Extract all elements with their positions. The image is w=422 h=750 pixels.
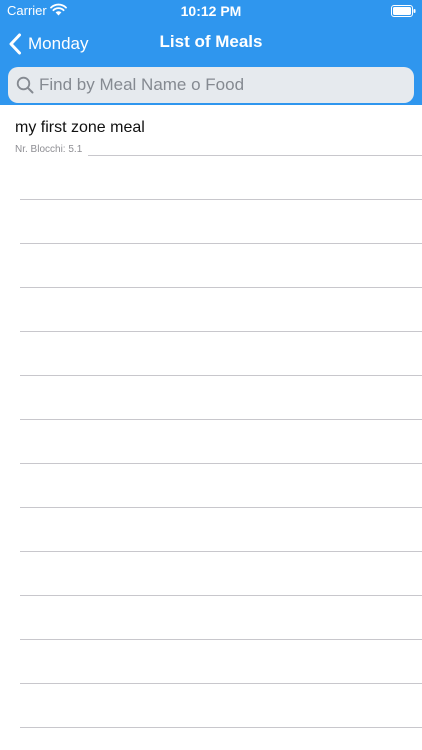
row-separator <box>20 595 422 596</box>
meal-list: my first zone meal Nr. Blocchi: 5.1 <box>0 112 422 750</box>
list-item[interactable]: my first zone meal Nr. Blocchi: 5.1 <box>0 112 422 156</box>
search-icon <box>16 76 34 94</box>
status-bar: Carrier 10:12 PM <box>0 0 422 22</box>
row-separator <box>20 463 422 464</box>
row-separator <box>20 419 422 420</box>
row-separator <box>20 639 422 640</box>
row-separator <box>20 551 422 552</box>
navigation-bar: Monday List of Meals <box>0 22 422 66</box>
row-separator <box>20 727 422 728</box>
row-separator <box>20 243 422 244</box>
meal-blocks-count: Nr. Blocchi: 5.1 <box>15 144 83 155</box>
page-title: List of Meals <box>159 32 263 51</box>
header: Carrier 10:12 PM Monday List of Meals <box>0 0 422 105</box>
search-input[interactable] <box>39 75 414 95</box>
row-separator <box>20 507 422 508</box>
row-separator <box>20 287 422 288</box>
row-separator <box>20 199 422 200</box>
row-separator <box>20 375 422 376</box>
row-separator <box>88 155 422 156</box>
row-separator <box>20 331 422 332</box>
search-field[interactable] <box>8 67 414 103</box>
meal-name: my first zone meal <box>15 119 145 136</box>
battery-icon <box>391 5 416 17</box>
row-separator <box>20 683 422 684</box>
clock: 10:12 PM <box>180 3 242 19</box>
